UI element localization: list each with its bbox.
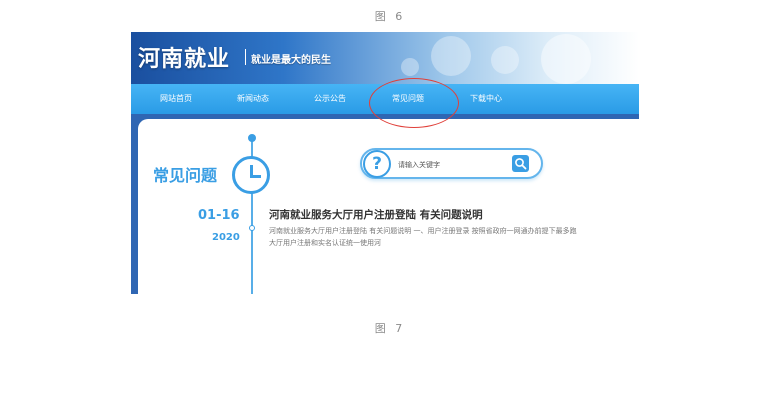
search-box[interactable]: ? bbox=[360, 148, 543, 179]
news-title-link[interactable]: 河南就业服务大厅用户注册登陆 有关问题说明 bbox=[269, 207, 483, 222]
news-date-day: 01-16 bbox=[198, 208, 240, 223]
timeline-dot bbox=[248, 134, 256, 142]
timeline-node bbox=[249, 225, 255, 231]
banner-bokeh bbox=[431, 36, 471, 76]
figure-caption-top: 图 6 bbox=[374, 10, 406, 23]
search-icon bbox=[515, 158, 527, 170]
nav-item-news[interactable]: 新闻动态 bbox=[237, 93, 269, 104]
banner-bokeh bbox=[491, 46, 519, 74]
annotation-ellipse bbox=[369, 78, 459, 128]
banner-bokeh bbox=[401, 58, 419, 76]
section-title: 常见问题 bbox=[153, 166, 218, 185]
site-slogan: 就业是最大的民生 bbox=[251, 55, 331, 66]
clock-hand-minute bbox=[250, 175, 261, 178]
news-summary: 河南就业服务大厅用户注册登陆 有关问题说明 一、用户注册登录 按照省政府一网通办… bbox=[269, 225, 639, 249]
site-logo-title[interactable]: 河南就业 bbox=[138, 41, 230, 73]
news-summary-line: 大厅用户注册和实名认证统一使用河 bbox=[269, 239, 381, 247]
clock-icon bbox=[232, 156, 270, 194]
news-date-year: 2020 bbox=[212, 232, 240, 243]
search-button[interactable] bbox=[512, 155, 529, 172]
search-input[interactable] bbox=[398, 159, 498, 171]
figure-caption-bottom: 图 7 bbox=[374, 322, 406, 335]
question-icon: ? bbox=[363, 150, 391, 178]
news-summary-line: 河南就业服务大厅用户注册登陆 有关问题说明 一、用户注册登录 按照省政府一网通办… bbox=[269, 227, 577, 235]
banner-bokeh bbox=[541, 34, 591, 84]
logo-divider bbox=[245, 49, 246, 65]
site-banner: 河南就业 就业是最大的民生 bbox=[131, 32, 639, 84]
nav-item-downloads[interactable]: 下载中心 bbox=[470, 93, 502, 104]
nav-item-notices[interactable]: 公示公告 bbox=[314, 93, 346, 104]
nav-item-home[interactable]: 网站首页 bbox=[160, 93, 192, 104]
